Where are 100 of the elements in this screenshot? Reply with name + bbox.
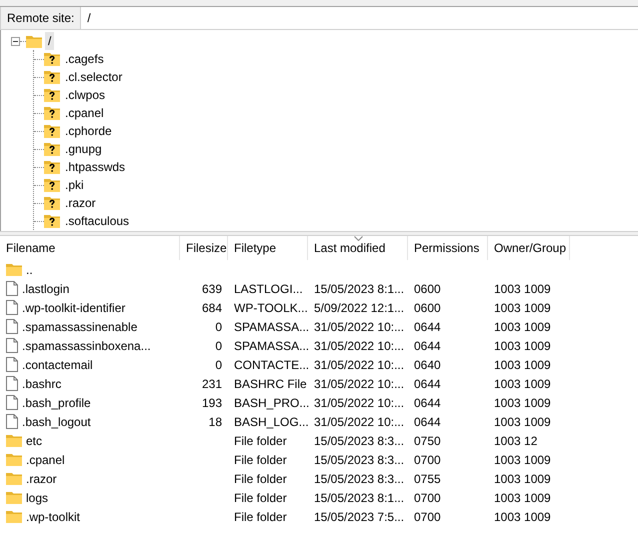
table-cell: WP-TOOLK... bbox=[234, 300, 308, 314]
question-folder-icon bbox=[44, 142, 60, 156]
table-cell: 15/05/2023 8:1... bbox=[314, 490, 404, 504]
tree-item[interactable]: .htpasswds bbox=[65, 158, 126, 176]
table-cell: File folder bbox=[234, 490, 287, 504]
table-cell: 193 bbox=[202, 396, 222, 410]
table-cell: 15/05/2023 8:3... bbox=[314, 472, 404, 486]
file-icon bbox=[6, 357, 18, 372]
table-cell: 1003 1009 bbox=[494, 452, 551, 466]
tree-item[interactable]: / bbox=[45, 32, 54, 50]
table-cell: 0700 bbox=[414, 490, 441, 504]
table-cell-text: .bash_profile bbox=[22, 394, 91, 412]
table-cell: 31/05/2022 10:... bbox=[314, 396, 404, 410]
sort-caret-icon bbox=[354, 236, 363, 241]
table-cell: 1003 1009 bbox=[494, 338, 551, 352]
table-cell: 31/05/2022 10:... bbox=[314, 320, 404, 334]
column-header[interactable]: Permissions bbox=[408, 236, 488, 260]
tree-item[interactable]: .gnupg bbox=[65, 140, 102, 158]
tree-item[interactable]: .cagefs bbox=[65, 50, 104, 68]
folder-icon bbox=[26, 34, 42, 48]
table-cell: 1003 1009 bbox=[494, 396, 551, 410]
tree-item[interactable]: .cl.selector bbox=[65, 68, 122, 86]
question-folder-icon bbox=[44, 70, 60, 84]
table-cell: 1003 1009 bbox=[494, 376, 551, 390]
table-cell: 18 bbox=[208, 414, 222, 428]
table-cell: 15/05/2023 7:5... bbox=[314, 510, 404, 524]
table-cell: 0644 bbox=[414, 320, 441, 334]
table-cell: 1003 1009 bbox=[494, 282, 551, 296]
table-cell: 0600 bbox=[414, 282, 441, 296]
table-cell: LASTLOGI... bbox=[234, 282, 303, 296]
folder-icon bbox=[6, 472, 22, 485]
tree-item[interactable]: .pki bbox=[65, 176, 84, 194]
table-cell: SPAMASSA... bbox=[234, 338, 310, 352]
table-cell: 1003 12 bbox=[494, 434, 538, 448]
tree-item[interactable]: .razor bbox=[65, 194, 96, 212]
question-folder-icon bbox=[44, 106, 60, 120]
table-cell: File folder bbox=[234, 452, 287, 466]
table-cell-text: .wp-toolkit-identifier bbox=[22, 300, 126, 316]
question-folder-icon bbox=[44, 160, 60, 174]
column-header[interactable]: Filetype bbox=[228, 236, 308, 260]
column-header[interactable]: Filename bbox=[0, 236, 180, 260]
table-cell: BASHRC File bbox=[234, 376, 307, 390]
table-cell-text: .lastlogin bbox=[22, 280, 70, 298]
folder-icon bbox=[6, 263, 22, 276]
question-folder-icon bbox=[44, 88, 60, 102]
file-icon bbox=[6, 414, 18, 429]
table-cell: 31/05/2022 10:... bbox=[314, 376, 404, 390]
table-cell: 1003 1009 bbox=[494, 510, 551, 524]
table-cell: 31/05/2022 10:... bbox=[314, 358, 404, 372]
table-cell: 684 bbox=[202, 300, 222, 314]
file-icon bbox=[6, 338, 18, 353]
file-icon bbox=[6, 281, 18, 296]
question-folder-icon bbox=[44, 178, 60, 192]
tree-item[interactable]: .cphorde bbox=[65, 122, 112, 140]
table-cell: 0 bbox=[215, 358, 222, 372]
table-cell: 31/05/2022 10:... bbox=[314, 414, 404, 428]
table-cell-text: .bash_logout bbox=[22, 414, 91, 430]
table-cell: 1003 1009 bbox=[494, 358, 551, 372]
question-folder-icon bbox=[44, 196, 60, 210]
table-cell-text: logs bbox=[26, 490, 48, 506]
file-icon bbox=[6, 395, 18, 410]
table-cell: 0 bbox=[215, 338, 222, 352]
folder-icon bbox=[6, 453, 22, 466]
table-cell-text: etc bbox=[26, 432, 42, 450]
question-folder-icon bbox=[44, 214, 60, 228]
table-cell: 15/05/2023 8:1... bbox=[314, 282, 404, 296]
table-cell: BASH_PRO... bbox=[234, 396, 310, 410]
table-cell-text: .razor bbox=[26, 470, 57, 488]
remote-site-label: Remote site: bbox=[0, 7, 82, 29]
table-cell: 1003 1009 bbox=[494, 472, 551, 486]
table-cell: 0644 bbox=[414, 396, 441, 410]
table-cell: 15/05/2023 8:3... bbox=[314, 434, 404, 448]
table-cell: CONTACTE... bbox=[234, 358, 310, 372]
column-header[interactable]: Filesize bbox=[180, 236, 228, 260]
collapse-toggle[interactable] bbox=[11, 36, 20, 46]
table-cell: 1003 1009 bbox=[494, 414, 551, 428]
folder-icon bbox=[6, 434, 22, 447]
table-cell: 0755 bbox=[414, 472, 441, 486]
tree-item[interactable]: .cpanel bbox=[65, 104, 104, 122]
file-icon bbox=[6, 300, 18, 315]
table-cell: 0750 bbox=[414, 434, 441, 448]
column-header[interactable]: Last modified bbox=[308, 236, 408, 260]
question-folder-icon bbox=[44, 52, 60, 66]
remote-site-field[interactable]: / bbox=[81, 7, 638, 29]
table-cell: 0644 bbox=[414, 338, 441, 352]
tree-item[interactable]: .clwpos bbox=[65, 86, 106, 104]
file-icon bbox=[6, 376, 18, 391]
table-cell: 15/05/2023 8:3... bbox=[314, 452, 404, 466]
table-cell: 31/05/2022 10:... bbox=[314, 338, 404, 352]
table-cell: 0700 bbox=[414, 452, 441, 466]
column-header[interactable]: Owner/Group bbox=[488, 236, 570, 260]
tree-item[interactable]: .softaculous bbox=[65, 212, 130, 230]
table-cell: SPAMASSA... bbox=[234, 320, 310, 334]
question-folder-icon bbox=[44, 124, 60, 138]
table-cell: File folder bbox=[234, 434, 287, 448]
table-cell-text: .. bbox=[26, 262, 33, 278]
table-cell: File folder bbox=[234, 510, 287, 524]
table-cell: 1003 1009 bbox=[494, 490, 551, 504]
file-icon bbox=[6, 319, 18, 334]
table-cell-text: .bashrc bbox=[22, 376, 62, 392]
